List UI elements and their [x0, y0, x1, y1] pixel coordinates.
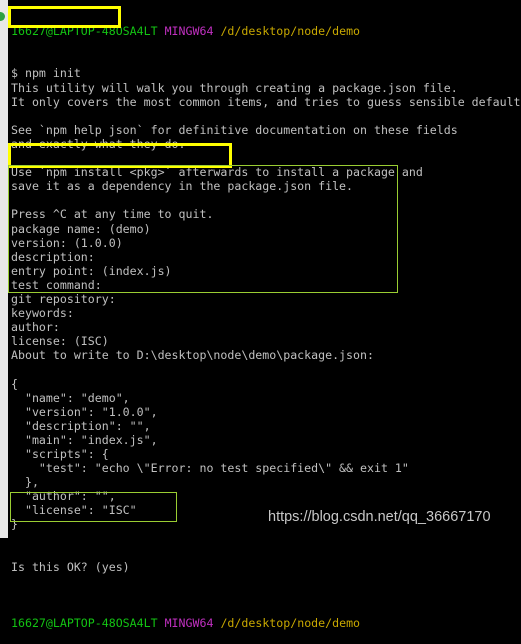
terminal-line: },: [11, 475, 39, 490]
terminal-line: "description": "",: [11, 418, 151, 433]
terminal-line: "scripts": {: [11, 447, 109, 461]
prompt-user: 16627@LAPTOP-48OSA4LT: [11, 616, 158, 631]
prompt-line-bottom: 16627@LAPTOP-48OSA4LT MINGW64 /d/desktop…: [11, 616, 521, 630]
terminal-line: author:: [11, 320, 60, 335]
terminal-line: See `npm help json` for definitive docum…: [11, 122, 458, 137]
prompt-path: /d/desktop/node/demo: [220, 24, 361, 39]
terminal-line: About to write to D:\desktop\node\demo\p…: [11, 348, 374, 363]
highlight-npm-init: [8, 6, 121, 28]
terminal-line: "version": "1.0.0",: [11, 404, 158, 419]
window-edge: [0, 0, 8, 538]
highlight-confirm: [10, 492, 177, 522]
status-dot-icon: [0, 12, 5, 21]
prompt-system: MINGW64: [164, 616, 214, 631]
terminal-line: "name": "demo",: [11, 390, 130, 405]
terminal-line: git repository:: [11, 291, 116, 306]
prompt-system: MINGW64: [164, 24, 214, 39]
terminal-line: "test": "echo \"Error: no test specified…: [11, 461, 409, 476]
terminal-line: This utility will walk you through creat…: [11, 80, 458, 95]
prompt-path: /d/desktop/node/demo: [220, 616, 361, 631]
terminal-line: Is this OK? (yes): [11, 559, 130, 574]
terminal-line: license: (ISC): [11, 334, 109, 349]
highlight-prompts: [8, 165, 398, 293]
terminal-line: It only covers the most common items, an…: [11, 94, 521, 109]
terminal-line: {: [11, 376, 18, 391]
terminal-line: $ npm init: [11, 66, 81, 81]
terminal-output[interactable]: 16627@LAPTOP-48OSA4LT MINGW64 /d/desktop…: [11, 0, 521, 644]
terminal-line: "main": "index.js",: [11, 432, 158, 447]
terminal-line: keywords:: [11, 306, 74, 321]
watermark: https://blog.csdn.net/qq_36667170: [268, 509, 491, 525]
